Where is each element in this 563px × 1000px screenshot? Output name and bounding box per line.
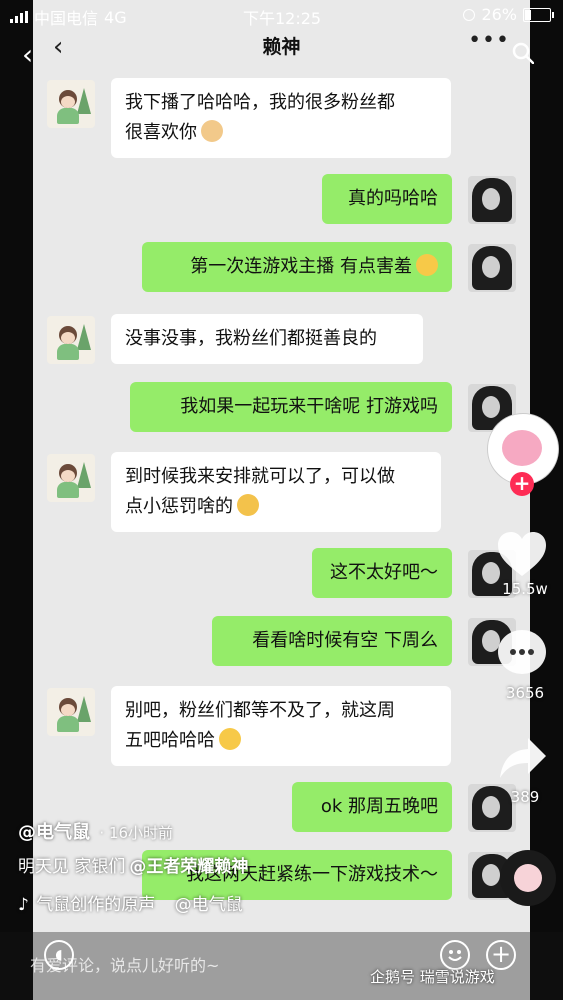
grin-emoji-icon [219,728,241,750]
follow-button[interactable]: + [510,472,534,496]
message-bubble[interactable]: 别吧，粉丝们都等不及了，就这周五吧哈哈哈 [111,686,451,766]
smirk-emoji-icon [237,494,259,516]
sender-avatar[interactable] [47,688,95,736]
message-text: ok 那周五晚吧 [320,796,438,817]
message-text: 这不太好吧～ [330,562,438,583]
battery-icon [523,7,554,22]
chat-title: 赖神 [262,36,301,58]
chat-titlebar: ‹ 赖神 ••• [33,28,530,70]
comment-icon[interactable] [498,630,546,674]
chat-message: 我下播了哈哈哈，我的很多粉丝都很喜欢你 [33,78,530,158]
message-bubble[interactable]: 看看啥时候有空 下周么 [212,616,452,666]
sender-avatar[interactable] [47,80,95,128]
message-text: 第一次连游戏主播 有点害羞 [156,252,438,282]
comment-count: 3656 [505,684,545,702]
chat-message: 真的吗哈哈 [33,174,530,224]
message-text: 我下播了哈哈哈，我的很多粉丝都 [125,92,395,113]
share-icon[interactable] [498,734,548,780]
rotation-lock-icon [463,8,476,21]
message-text: 我如果一起玩来干啥呢 打游戏吗 [180,396,438,417]
music-line[interactable]: ♪ 气鼠创作的原声 @电气鼠 [18,890,243,915]
message-text: 别吧，粉丝们都等不及了，就这周 [125,700,395,721]
music-note-icon: ♪ [18,895,29,915]
message-text: 真的吗哈哈 [348,188,438,209]
status-bar: 中国电信 4G 下午12:25 26% [0,0,563,30]
message-text: 没事没事，我粉丝们都挺善良的 [125,328,377,349]
message-text: 五吧哈哈哈 [125,726,437,756]
message-bubble[interactable]: ok 那周五晚吧 [292,782,452,832]
mention-link[interactable]: @王者荣耀赖神 [129,857,248,877]
message-bubble[interactable]: 到时候我来安排就可以了，可以做点小惩罚啥的 [111,452,441,532]
post-time: · 16小时前 [99,824,174,842]
chat-message: 看看啥时候有空 下周么 [33,616,530,668]
like-count: 15.5w [502,580,548,598]
share-count: 389 [510,788,540,806]
message-bubble[interactable]: 没事没事，我粉丝们都挺善良的 [111,314,423,364]
heart-icon[interactable] [496,530,548,580]
author-line: @电气鼠 · 16小时前 [18,818,173,844]
network-label: 4G [104,7,127,27]
author-name[interactable]: @电气鼠 [18,822,90,843]
self-avatar[interactable] [468,176,516,224]
search-icon[interactable] [512,42,534,64]
sender-avatar[interactable] [47,316,95,364]
chat-message: 我如果一起玩来干啥呢 打游戏吗 [33,382,530,432]
message-bubble[interactable]: 我如果一起玩来干啥呢 打游戏吗 [130,382,452,432]
message-bubble[interactable]: 真的吗哈哈 [322,174,452,224]
description-text: 明天见 家银们 [18,857,126,877]
music-author[interactable]: @电气鼠 [175,895,243,915]
message-text: 到时候我来安排就可以了，可以做 [125,466,395,487]
message-text: 点小惩罚啥的 [125,492,427,522]
video-frame: ‹ 赖神 ••• 我下播了哈哈哈，我的很多粉丝都很喜欢你真的吗哈哈第一次连游戏主… [33,0,530,1000]
chat-message: 第一次连游戏主播 有点害羞 [33,242,530,294]
music-title[interactable]: 气鼠创作的原声 [36,895,155,915]
chat-message: 这不太好吧～ [33,548,530,598]
message-bubble[interactable]: 我下播了哈哈哈，我的很多粉丝都很喜欢你 [111,78,451,158]
chat-message: 没事没事，我粉丝们都挺善良的 [33,314,530,364]
message-text: 很喜欢你 [125,118,437,148]
comment-input[interactable]: 有爱评论，说点儿好听的~ [30,952,219,976]
clock: 下午12:25 [243,9,322,28]
shy-emoji-icon [416,254,438,276]
signal-icon [10,11,28,23]
video-description: 明天见 家银们 @王者荣耀赖神 [18,852,248,877]
message-bubble[interactable]: 第一次连游戏主播 有点害羞 [142,242,452,292]
watermark: 企鹅号 瑞雪说游戏 [370,968,495,986]
message-bubble[interactable]: 这不太好吧～ [312,548,452,598]
battery-percent: 26% [481,5,517,24]
doge-emoji-icon [201,120,223,142]
more-options-icon: ••• [468,28,510,53]
chat-message: 到时候我来安排就可以了，可以做点小惩罚啥的 [33,452,530,532]
self-avatar[interactable] [468,244,516,292]
chat-message: 别吧，粉丝们都等不及了，就这周五吧哈哈哈 [33,686,530,766]
music-disc-icon[interactable] [500,850,556,906]
message-text: 看看啥时候有空 下周么 [252,630,438,651]
back-icon[interactable]: ‹ [22,38,44,71]
sender-avatar[interactable] [47,454,95,502]
carrier-label: 中国电信 [34,9,99,28]
